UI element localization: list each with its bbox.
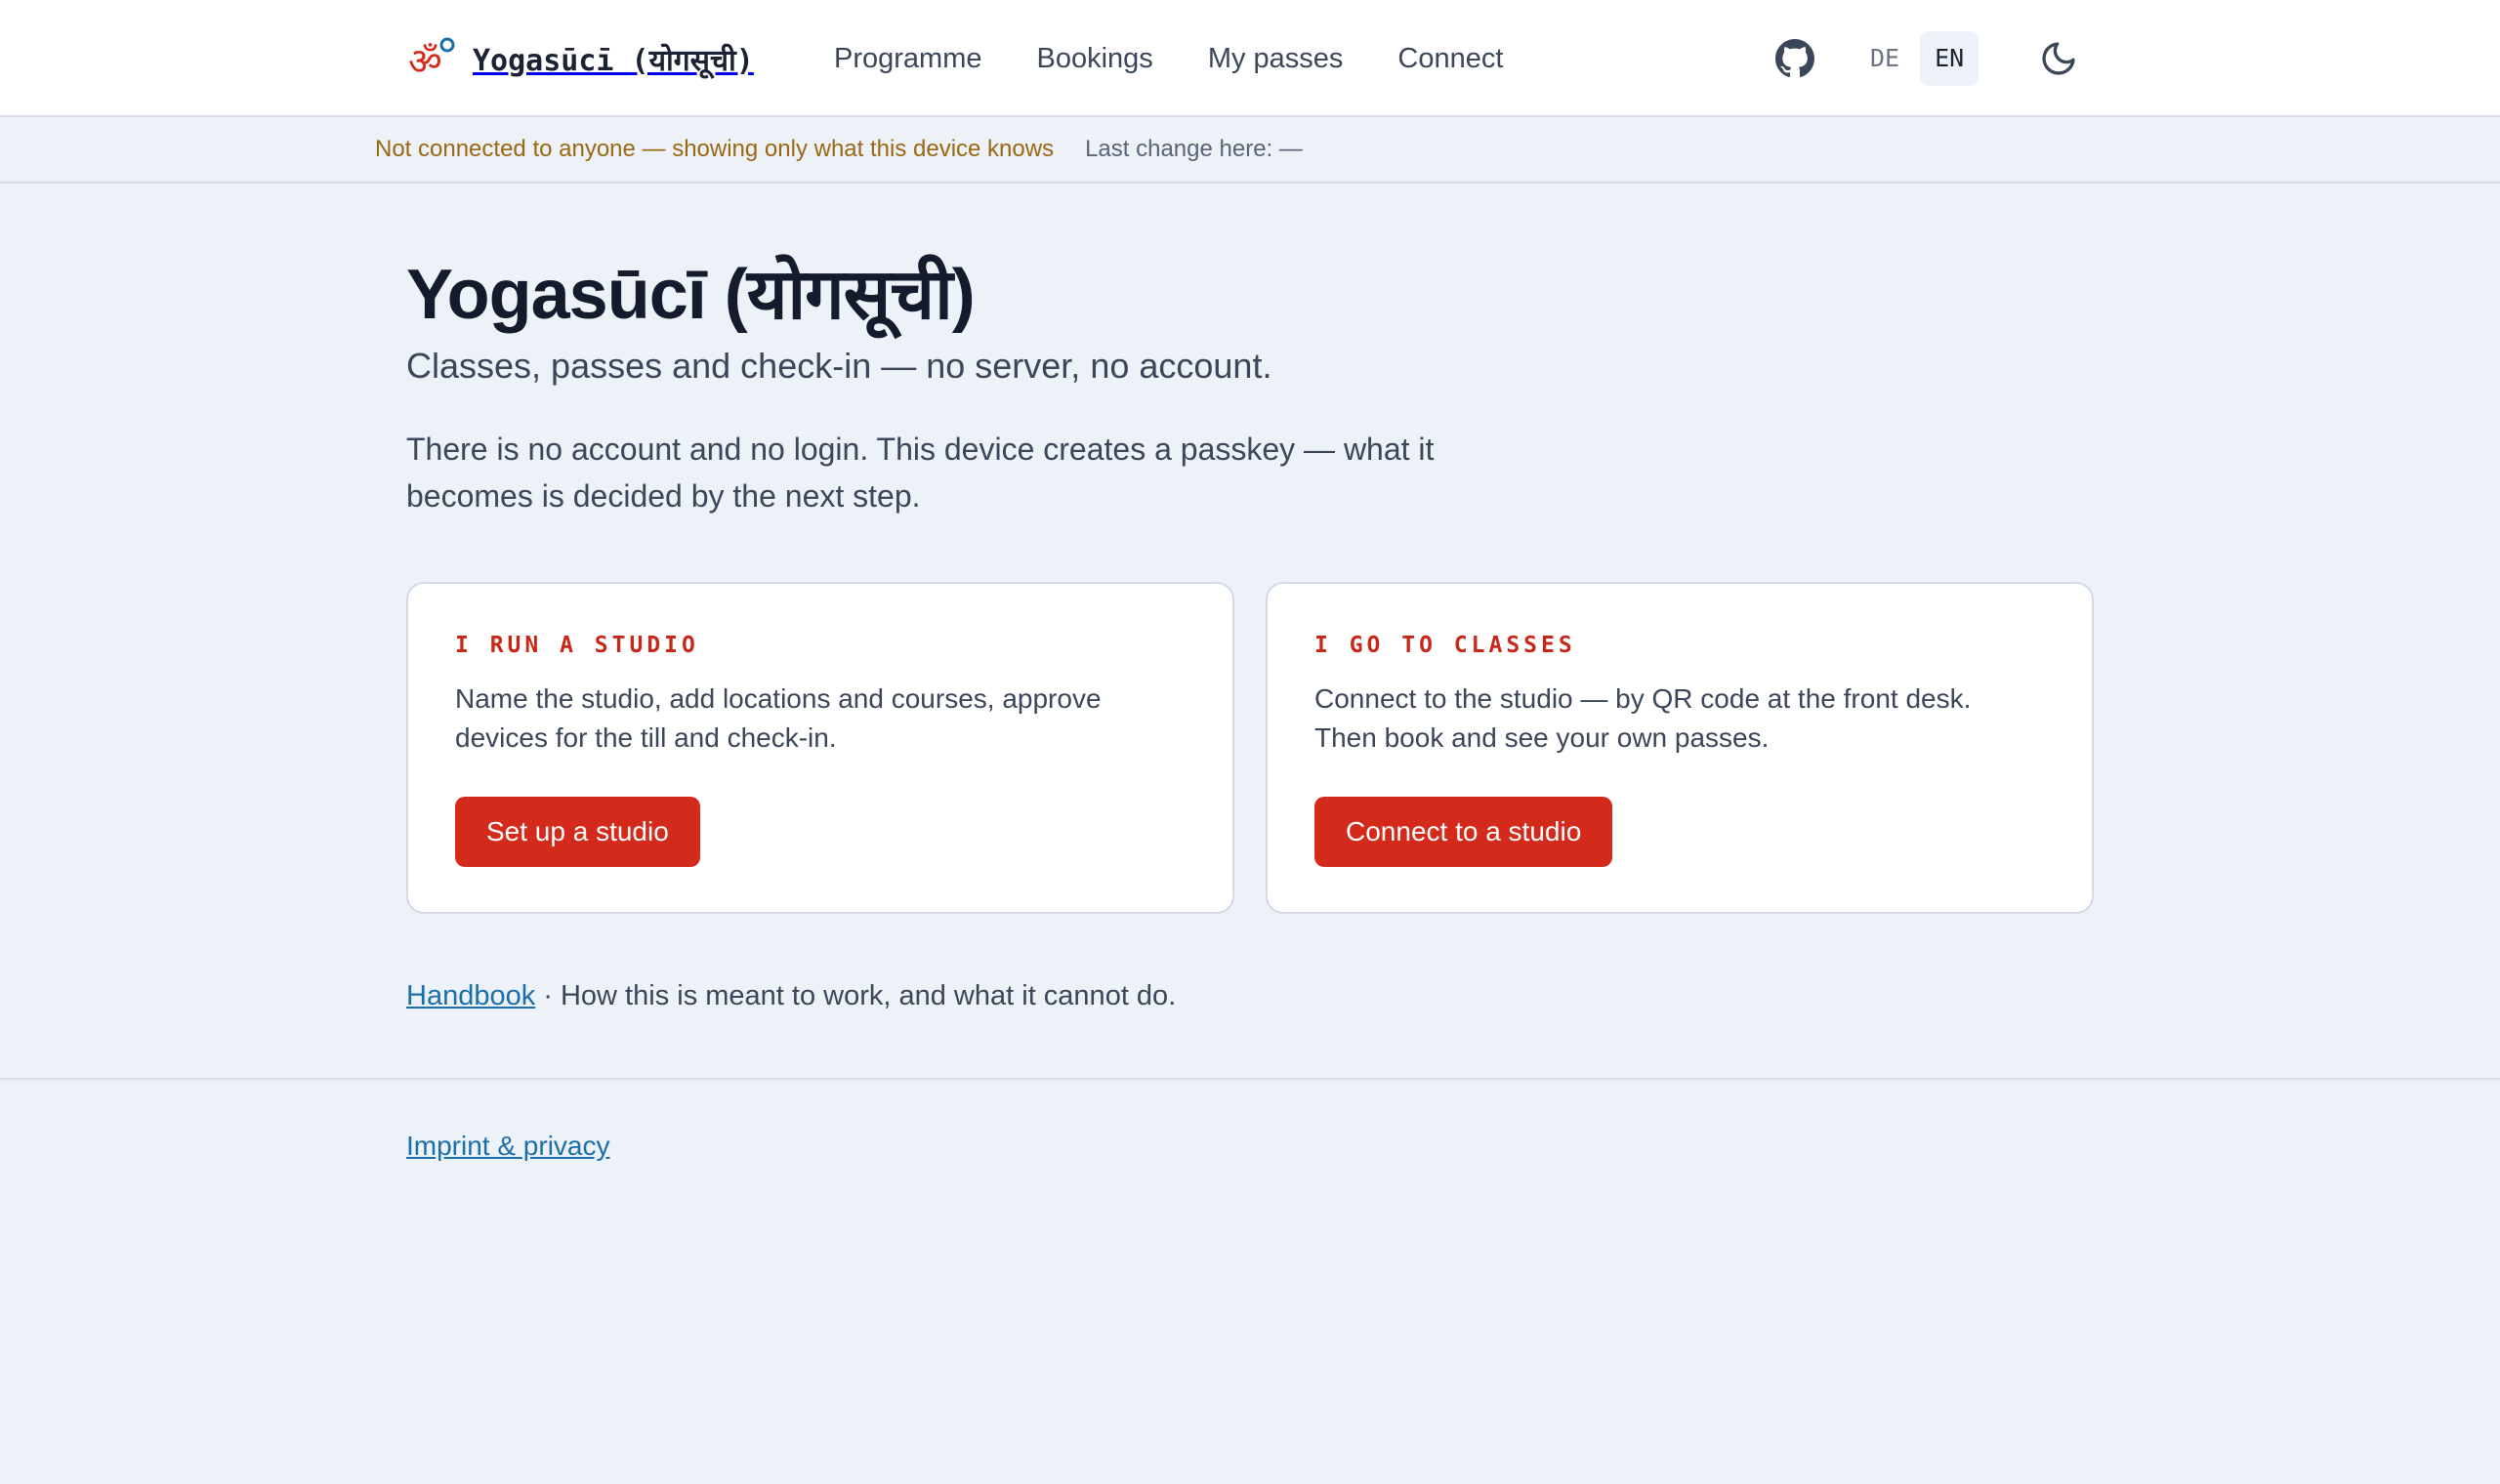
brand-name: Yogasūcī (योगसूची) [473, 43, 754, 78]
page-tagline: Classes, passes and check-in — no server… [406, 346, 1272, 386]
intro-text: There is no account and no login. This d… [406, 432, 1435, 514]
nav-item-my-passes[interactable]: My passes [1208, 43, 1344, 75]
brand-home-link[interactable]: ॐ Yogasūcī (योगसूची) [406, 27, 754, 90]
top-navigation-bar: ॐ Yogasūcī (योगसूची) Programme Bookings … [0, 0, 2500, 117]
page-footer: Imprint & privacy [0, 1078, 2500, 1484]
handbook-link[interactable]: Handbook [406, 980, 535, 1011]
set-up-studio-button[interactable]: Set up a studio [455, 797, 700, 867]
main-nav: Programme Bookings My passes Connect [834, 0, 1503, 117]
card-description: Name the studio, add locations and cours… [455, 683, 1102, 753]
last-change-status: Last change here: — [1085, 136, 1303, 162]
om-icon: ॐ [406, 33, 457, 84]
handbook-line: Handbook · How this is meant to work, an… [406, 980, 1176, 1012]
imprint-privacy-link[interactable]: Imprint & privacy [406, 1131, 610, 1162]
handbook-description: · How this is meant to work, and what it… [535, 980, 1177, 1011]
card-description: Connect to the studio — by QR code at th… [1314, 683, 1972, 753]
language-option-en[interactable]: EN [1920, 31, 1979, 86]
github-icon[interactable] [1775, 39, 1814, 78]
moon-icon[interactable] [2039, 39, 2078, 78]
studio-owner-card: I RUN A STUDIO Name the studio, add loca… [406, 582, 1234, 914]
page-title: Yogasūcī (योगसूची) [406, 256, 976, 334]
language-option-de[interactable]: DE [1855, 31, 1914, 86]
nav-item-connect[interactable]: Connect [1397, 43, 1503, 75]
connect-to-studio-button[interactable]: Connect to a studio [1314, 797, 1613, 867]
svg-text:ॐ: ॐ [408, 40, 442, 83]
nav-item-bookings[interactable]: Bookings [1037, 43, 1153, 75]
nav-item-programme[interactable]: Programme [834, 43, 982, 75]
card-kicker: I GO TO CLASSES [1314, 633, 1576, 658]
sync-status-bar: Not connected to anyone — showing only w… [0, 117, 2500, 184]
attendee-card: I GO TO CLASSES Connect to the studio — … [1266, 582, 2094, 914]
connection-status: Not connected to anyone — showing only w… [375, 136, 1055, 162]
language-switcher: DE EN [1855, 31, 1979, 86]
card-kicker: I RUN A STUDIO [455, 633, 699, 658]
